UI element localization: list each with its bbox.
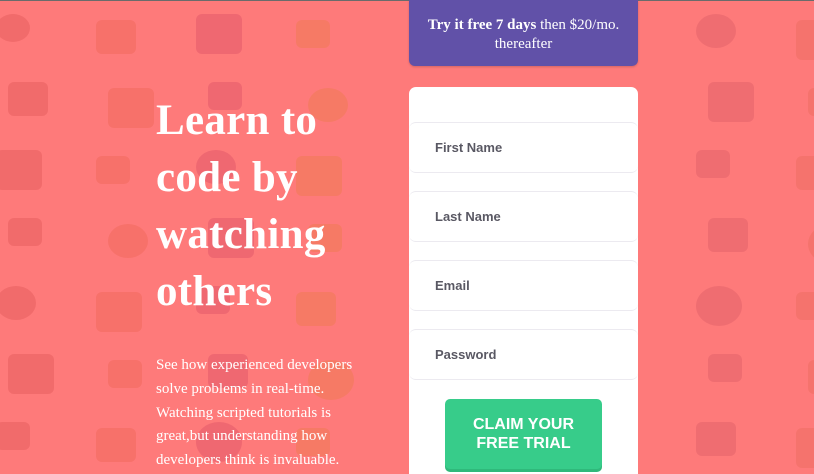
- tablet-icon: [0, 422, 30, 450]
- headset-icon: [96, 292, 142, 332]
- rocket-icon: [96, 428, 136, 462]
- claim-free-trial-button[interactable]: CLAIM YOUR FREE TRIAL: [445, 399, 602, 469]
- hero-section: Learn to code by watching others See how…: [156, 92, 396, 473]
- cart-icon: [696, 150, 730, 178]
- calendar-icon: [796, 156, 814, 190]
- rocket-icon: [708, 82, 754, 122]
- network-icon: [196, 14, 242, 54]
- usb-icon: [108, 88, 154, 128]
- lifebuoy-icon: [8, 218, 42, 246]
- claim-button-line-1: CLAIM YOUR: [472, 416, 575, 433]
- hero-title: Learn to code by watching others: [156, 97, 326, 315]
- usb-icon: [696, 14, 736, 48]
- headset-icon: [708, 218, 748, 252]
- first-name-input[interactable]: [409, 123, 638, 172]
- box-icon: [296, 20, 330, 48]
- gear-icon: [808, 360, 814, 394]
- cart-icon: [108, 224, 148, 258]
- monitor-icon: [0, 286, 36, 320]
- box-icon: [8, 82, 48, 116]
- calendar-icon: [796, 428, 814, 468]
- background-pattern: [0, 0, 814, 474]
- gear-icon: [808, 88, 814, 116]
- tablet-icon: [0, 150, 42, 190]
- usb-icon: [696, 286, 742, 326]
- usb-icon: [108, 360, 142, 388]
- box-icon: [8, 354, 54, 394]
- trial-offer-banner: Try it free 7 days then $20/mo. thereaft…: [409, 0, 638, 66]
- rocket-icon: [708, 354, 742, 382]
- first-name-field-wrapper: [409, 122, 638, 173]
- password-field-wrapper: [409, 329, 638, 380]
- claim-button-line-2: FREE TRIAL: [476, 435, 571, 452]
- email-input[interactable]: [409, 261, 638, 310]
- rocket-icon: [96, 156, 130, 184]
- password-input[interactable]: [409, 330, 638, 379]
- headset-icon: [96, 20, 136, 54]
- chart-icon: [796, 20, 814, 60]
- trial-offer-highlight: Try it free 7 days: [427, 17, 537, 33]
- network-icon: [808, 224, 814, 264]
- signup-form: CLAIM YOUR FREE TRIAL: [409, 87, 638, 474]
- last-name-input[interactable]: [409, 192, 638, 241]
- hero-description: See how experienced developers solve pro…: [156, 357, 353, 469]
- monitor-icon: [0, 14, 30, 42]
- email-field-wrapper: [409, 260, 638, 311]
- chart-icon: [796, 292, 814, 320]
- cart-icon: [696, 422, 736, 456]
- last-name-field-wrapper: [409, 191, 638, 242]
